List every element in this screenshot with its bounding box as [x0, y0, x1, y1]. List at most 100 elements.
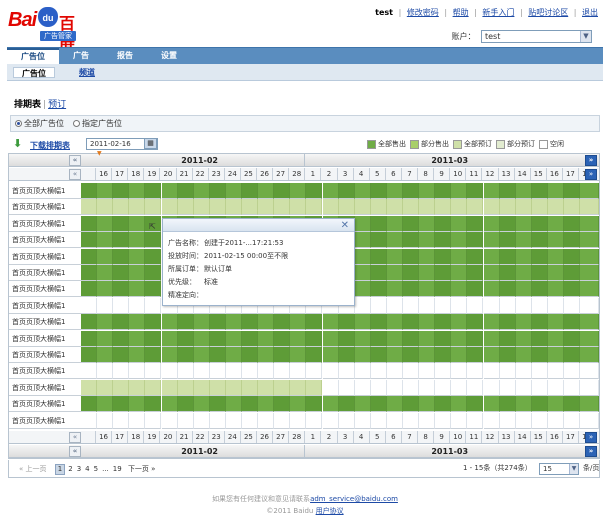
- schedule-cell[interactable]: [338, 412, 355, 429]
- schedule-cell[interactable]: [81, 347, 98, 363]
- schedule-cell[interactable]: [290, 379, 307, 396]
- calendar-icon[interactable]: ▦: [144, 138, 157, 149]
- schedule-cell[interactable]: [531, 363, 548, 380]
- schedule-cell[interactable]: [499, 412, 516, 429]
- schedule-cell[interactable]: [258, 412, 275, 429]
- schedule-cell[interactable]: [370, 330, 387, 347]
- schedule-cell[interactable]: [129, 183, 146, 199]
- schedule-cell[interactable]: [547, 379, 564, 396]
- schedule-cell[interactable]: [580, 232, 599, 249]
- schedule-cell[interactable]: [145, 379, 162, 396]
- schedule-cell[interactable]: [145, 297, 162, 314]
- schedule-cell[interactable]: [564, 379, 581, 396]
- schedule-cell[interactable]: [547, 314, 564, 331]
- schedule-cell[interactable]: [129, 379, 146, 396]
- help-link[interactable]: 帮助: [453, 8, 469, 17]
- schedule-cell[interactable]: [451, 183, 468, 199]
- schedule-cell[interactable]: [435, 396, 452, 413]
- schedule-cell[interactable]: [419, 232, 436, 249]
- schedule-cell[interactable]: [97, 199, 114, 216]
- schedule-cell[interactable]: [242, 183, 259, 199]
- schedule-cell[interactable]: [161, 396, 178, 413]
- schedule-cell[interactable]: [467, 183, 484, 199]
- schedule-cell[interactable]: [113, 297, 130, 314]
- schedule-cell[interactable]: [97, 183, 114, 199]
- schedule-cell[interactable]: [564, 199, 581, 216]
- schedule-cell[interactable]: [354, 215, 371, 232]
- schedule-cell[interactable]: [322, 379, 339, 396]
- schedule-cell[interactable]: [499, 396, 516, 413]
- schedule-cell[interactable]: [354, 232, 371, 249]
- schedule-cell[interactable]: [81, 314, 98, 331]
- schedule-cell[interactable]: [467, 232, 484, 249]
- schedule-cell[interactable]: [81, 265, 98, 281]
- schedule-cell[interactable]: [547, 215, 564, 232]
- schedule-cell[interactable]: [322, 183, 339, 199]
- schedule-cell[interactable]: [435, 412, 452, 429]
- close-icon[interactable]: ✕: [341, 219, 349, 232]
- schedule-cell[interactable]: [370, 396, 387, 413]
- schedule-cell[interactable]: [338, 396, 355, 413]
- schedule-cell[interactable]: [274, 314, 291, 331]
- schedule-cell[interactable]: [113, 347, 130, 363]
- prev-days-button[interactable]: «: [69, 432, 81, 443]
- schedule-cell[interactable]: [467, 248, 484, 265]
- schedule-cell[interactable]: [193, 379, 210, 396]
- schedule-cell[interactable]: [209, 330, 226, 347]
- schedule-cell[interactable]: [515, 297, 532, 314]
- schedule-cell[interactable]: [209, 396, 226, 413]
- page-link[interactable]: 2: [68, 465, 72, 474]
- schedule-cell[interactable]: [306, 379, 323, 396]
- schedule-cell[interactable]: [81, 183, 98, 199]
- schedule-cell[interactable]: [97, 363, 114, 380]
- slot-row-label[interactable]: 首页页顶大横幅1: [9, 314, 81, 331]
- schedule-cell[interactable]: [81, 297, 98, 314]
- schedule-cell[interactable]: [354, 265, 371, 281]
- schedule-cell[interactable]: [145, 330, 162, 347]
- tab-settings[interactable]: 设置: [147, 48, 191, 64]
- schedule-cell[interactable]: [225, 183, 242, 199]
- schedule-cell[interactable]: [451, 330, 468, 347]
- schedule-cell[interactable]: [306, 314, 323, 331]
- schedule-cell[interactable]: [370, 297, 387, 314]
- schedule-cell[interactable]: [386, 248, 403, 265]
- schedule-cell[interactable]: [161, 363, 178, 380]
- schedule-cell[interactable]: [564, 215, 581, 232]
- schedule-cell[interactable]: [515, 314, 532, 331]
- schedule-cell[interactable]: [499, 248, 516, 265]
- schedule-cell[interactable]: [531, 265, 548, 281]
- schedule-cell[interactable]: [564, 265, 581, 281]
- schedule-cell[interactable]: [580, 248, 599, 265]
- schedule-cell[interactable]: [322, 199, 339, 216]
- schedule-cell[interactable]: [370, 314, 387, 331]
- schedule-cell[interactable]: [161, 379, 178, 396]
- schedule-cell[interactable]: [483, 412, 500, 429]
- schedule-cell[interactable]: [403, 265, 420, 281]
- schedule-cell[interactable]: [451, 199, 468, 216]
- schedule-cell[interactable]: [274, 363, 291, 380]
- schedule-cell[interactable]: [580, 347, 599, 363]
- getting-started-link[interactable]: 新手入门: [482, 8, 514, 17]
- schedule-cell[interactable]: [145, 314, 162, 331]
- schedule-cell[interactable]: [258, 363, 275, 380]
- schedule-cell[interactable]: [419, 183, 436, 199]
- schedule-cell[interactable]: [274, 183, 291, 199]
- schedule-cell[interactable]: [161, 330, 178, 347]
- schedule-cell[interactable]: [258, 396, 275, 413]
- schedule-cell[interactable]: [483, 297, 500, 314]
- schedule-cell[interactable]: [193, 363, 210, 380]
- schedule-cell[interactable]: [547, 199, 564, 216]
- schedule-cell[interactable]: [97, 314, 114, 331]
- schedule-cell[interactable]: [306, 183, 323, 199]
- schedule-cell[interactable]: [564, 248, 581, 265]
- schedule-cell[interactable]: [403, 314, 420, 331]
- schedule-cell[interactable]: [451, 265, 468, 281]
- slot-row-label[interactable]: 首页页顶大横幅1: [9, 330, 81, 347]
- schedule-cell[interactable]: [419, 314, 436, 331]
- schedule-cell[interactable]: [225, 347, 242, 363]
- schedule-cell[interactable]: [370, 248, 387, 265]
- schedule-cell[interactable]: [338, 347, 355, 363]
- schedule-cell[interactable]: [370, 347, 387, 363]
- schedule-cell[interactable]: [354, 412, 371, 429]
- schedule-cell[interactable]: [113, 215, 130, 232]
